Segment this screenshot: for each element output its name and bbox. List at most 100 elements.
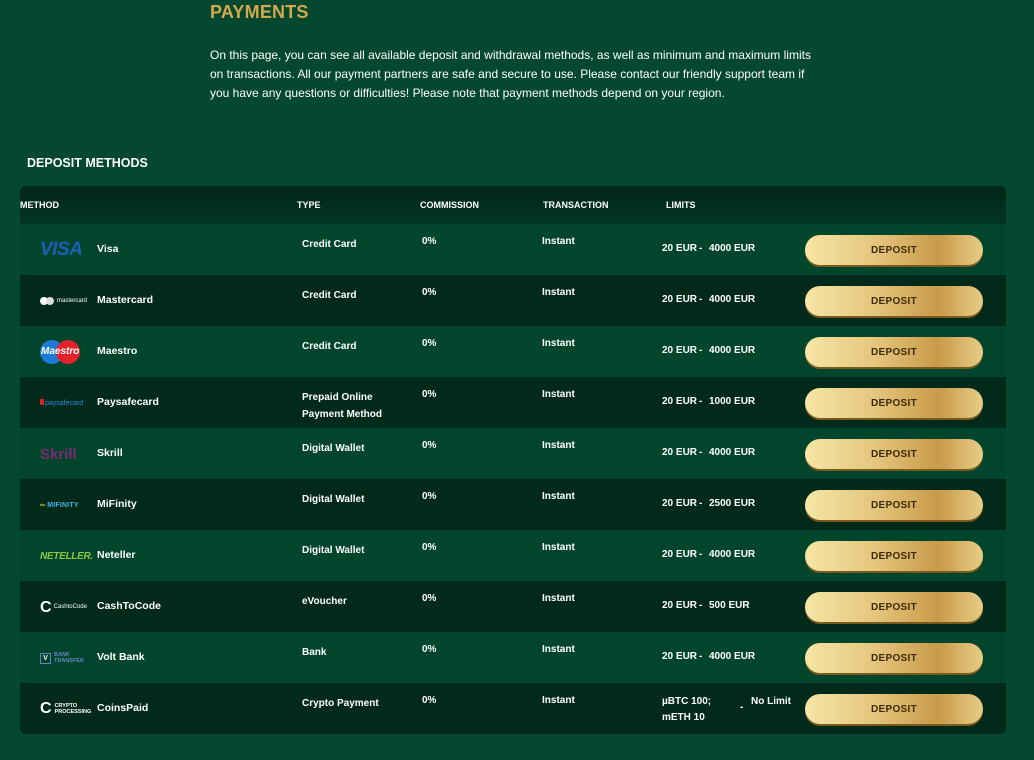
method-commission: 0% [422, 236, 437, 247]
maestro-logo-icon: Maestro [40, 340, 92, 364]
limit-max: 4000 EUR [709, 294, 756, 305]
limit-min: 20 EUR [662, 600, 698, 611]
limit-max: No Limit [751, 696, 791, 707]
method-commission: 0% [422, 287, 437, 298]
deposit-button-skrill[interactable]: DEPOSIT [805, 439, 983, 469]
method-type: Digital Wallet [302, 494, 365, 505]
mifinity-logo-icon: ∞ MIFINITY [40, 501, 79, 509]
deposit-button-visa[interactable]: DEPOSIT [805, 235, 983, 265]
method-type: Prepaid Online Payment Method [302, 392, 383, 420]
limit-max: 4000 EUR [709, 549, 756, 560]
method-name: CoinsPaid [97, 702, 149, 714]
deposit-button-maestro[interactable]: DEPOSIT [805, 337, 983, 367]
skrill-logo-icon: Skrill [40, 445, 77, 463]
deposit-button-cashtocode[interactable]: DEPOSIT [805, 592, 983, 622]
method-type: Bank [302, 647, 327, 658]
limit-min: 20 EUR [662, 549, 698, 560]
method-transaction: Instant [542, 389, 575, 400]
deposit-button-mastercard[interactable]: DEPOSIT [805, 286, 983, 316]
deposit-button-paysafecard[interactable]: DEPOSIT [805, 388, 983, 418]
table-row: C CashtoCode CashToCode eVoucher 0% Insta… [20, 581, 1006, 632]
limit-min: 20 EUR [662, 498, 698, 509]
table-row: NETELLER. Neteller Digital Wallet 0% Ins… [20, 530, 1006, 581]
limit-separator: - [740, 702, 744, 713]
method-name: CashToCode [97, 600, 161, 612]
method-commission: 0% [422, 695, 437, 706]
paysafecard-logo-icon: paysafecard [40, 391, 92, 415]
limit-max: 2500 EUR [709, 498, 756, 509]
table-row: Skrill Skrill Digital Wallet 0% Instant … [20, 428, 1006, 479]
method-transaction: Instant [542, 338, 575, 349]
limit-min: 20 EUR [662, 345, 698, 356]
page-title: PAYMENTS [210, 2, 309, 22]
method-transaction: Instant [542, 236, 575, 247]
limit-separator: - [699, 651, 703, 662]
method-name: Volt Bank [97, 651, 145, 663]
deposit-button-coinspaid[interactable]: DEPOSIT [805, 694, 983, 724]
method-commission: 0% [422, 542, 437, 553]
method-type: Credit Card [302, 239, 357, 250]
page-intro: On this page, you can see all available … [210, 48, 811, 100]
method-transaction: Instant [542, 440, 575, 451]
method-commission: 0% [422, 440, 437, 451]
method-name: Mastercard [97, 294, 154, 306]
method-type: Digital Wallet [302, 545, 365, 556]
col-commission: COMMISSION [420, 200, 480, 210]
table-row: paysafecard Paysafecard Prepaid Online P… [20, 377, 1006, 428]
deposit-button-mifinity[interactable]: DEPOSIT [805, 490, 983, 520]
table-row: ∞ MIFINITY MiFinity Digital Wallet 0% Ins… [20, 479, 1006, 530]
limit-separator: - [699, 243, 703, 254]
limit-separator: - [699, 447, 703, 458]
method-commission: 0% [422, 644, 437, 655]
col-limits: LIMITS [666, 200, 696, 210]
method-name: Skrill [97, 447, 123, 459]
table-row: mastercard Mastercard Credit Card 0% Ins… [20, 275, 1006, 326]
limit-min: 20 EUR [662, 396, 698, 407]
limit-max: 4000 EUR [709, 447, 756, 458]
method-commission: 0% [422, 491, 437, 502]
crypto-processing-logo-icon: C CRYPTO PROCESSING [40, 700, 92, 717]
limit-separator: - [699, 294, 703, 305]
cashtocode-logo-icon: C CashtoCode [40, 598, 87, 616]
method-name: Paysafecard [97, 396, 159, 408]
table-row: VISA Visa Credit Card 0% Instant 20 EUR … [20, 224, 1006, 275]
limit-min: µBTC 100; mETH 10 [662, 696, 712, 723]
limit-min: 20 EUR [662, 447, 698, 458]
method-transaction: Instant [542, 491, 575, 502]
deposit-methods-title: DEPOSIT METHODS [27, 156, 148, 170]
method-name: Visa [97, 243, 119, 255]
table-row: Maestro Maestro Credit Card 0% Instant 2… [20, 326, 1006, 377]
method-transaction: Instant [542, 593, 575, 604]
limit-max: 4000 EUR [709, 345, 756, 356]
limit-min: 20 EUR [662, 294, 698, 305]
method-commission: 0% [422, 338, 437, 349]
method-transaction: Instant [542, 644, 575, 655]
limit-separator: - [699, 345, 703, 356]
method-transaction: Instant [542, 542, 575, 553]
method-transaction: Instant [542, 695, 575, 706]
limit-separator: - [699, 498, 703, 509]
method-type: Credit Card [302, 341, 357, 352]
col-method: METHOD [20, 200, 59, 210]
limit-max: 4000 EUR [709, 243, 756, 254]
method-commission: 0% [422, 389, 437, 400]
table-row: V BANK TRANSFER Volt Bank Bank 0% Instant… [20, 632, 1006, 683]
method-type: Crypto Payment [302, 698, 379, 709]
bank-transfer-logo-icon: V BANK TRANSFER [40, 646, 92, 670]
table-header: METHOD TYPE COMMISSION TRANSACTION LIMIT… [20, 186, 1006, 224]
limit-separator: - [699, 549, 703, 560]
limit-min: 20 EUR [662, 651, 698, 662]
limit-separator: - [699, 396, 703, 407]
method-name: Maestro [97, 345, 138, 357]
neteller-logo-icon: NETELLER. [40, 550, 93, 562]
col-transaction: TRANSACTION [543, 200, 609, 210]
limit-max: 500 EUR [709, 600, 750, 611]
table-row: C CRYPTO PROCESSING CoinsPaid Crypto Paym… [20, 683, 1006, 734]
col-type: TYPE [297, 200, 321, 210]
deposit-button-volt-bank[interactable]: DEPOSIT [805, 643, 983, 673]
method-type: Digital Wallet [302, 443, 365, 454]
visa-logo-icon: VISA [40, 239, 83, 260]
limit-min: 20 EUR [662, 243, 698, 254]
deposit-button-neteller[interactable]: DEPOSIT [805, 541, 983, 571]
method-type: Credit Card [302, 290, 357, 301]
